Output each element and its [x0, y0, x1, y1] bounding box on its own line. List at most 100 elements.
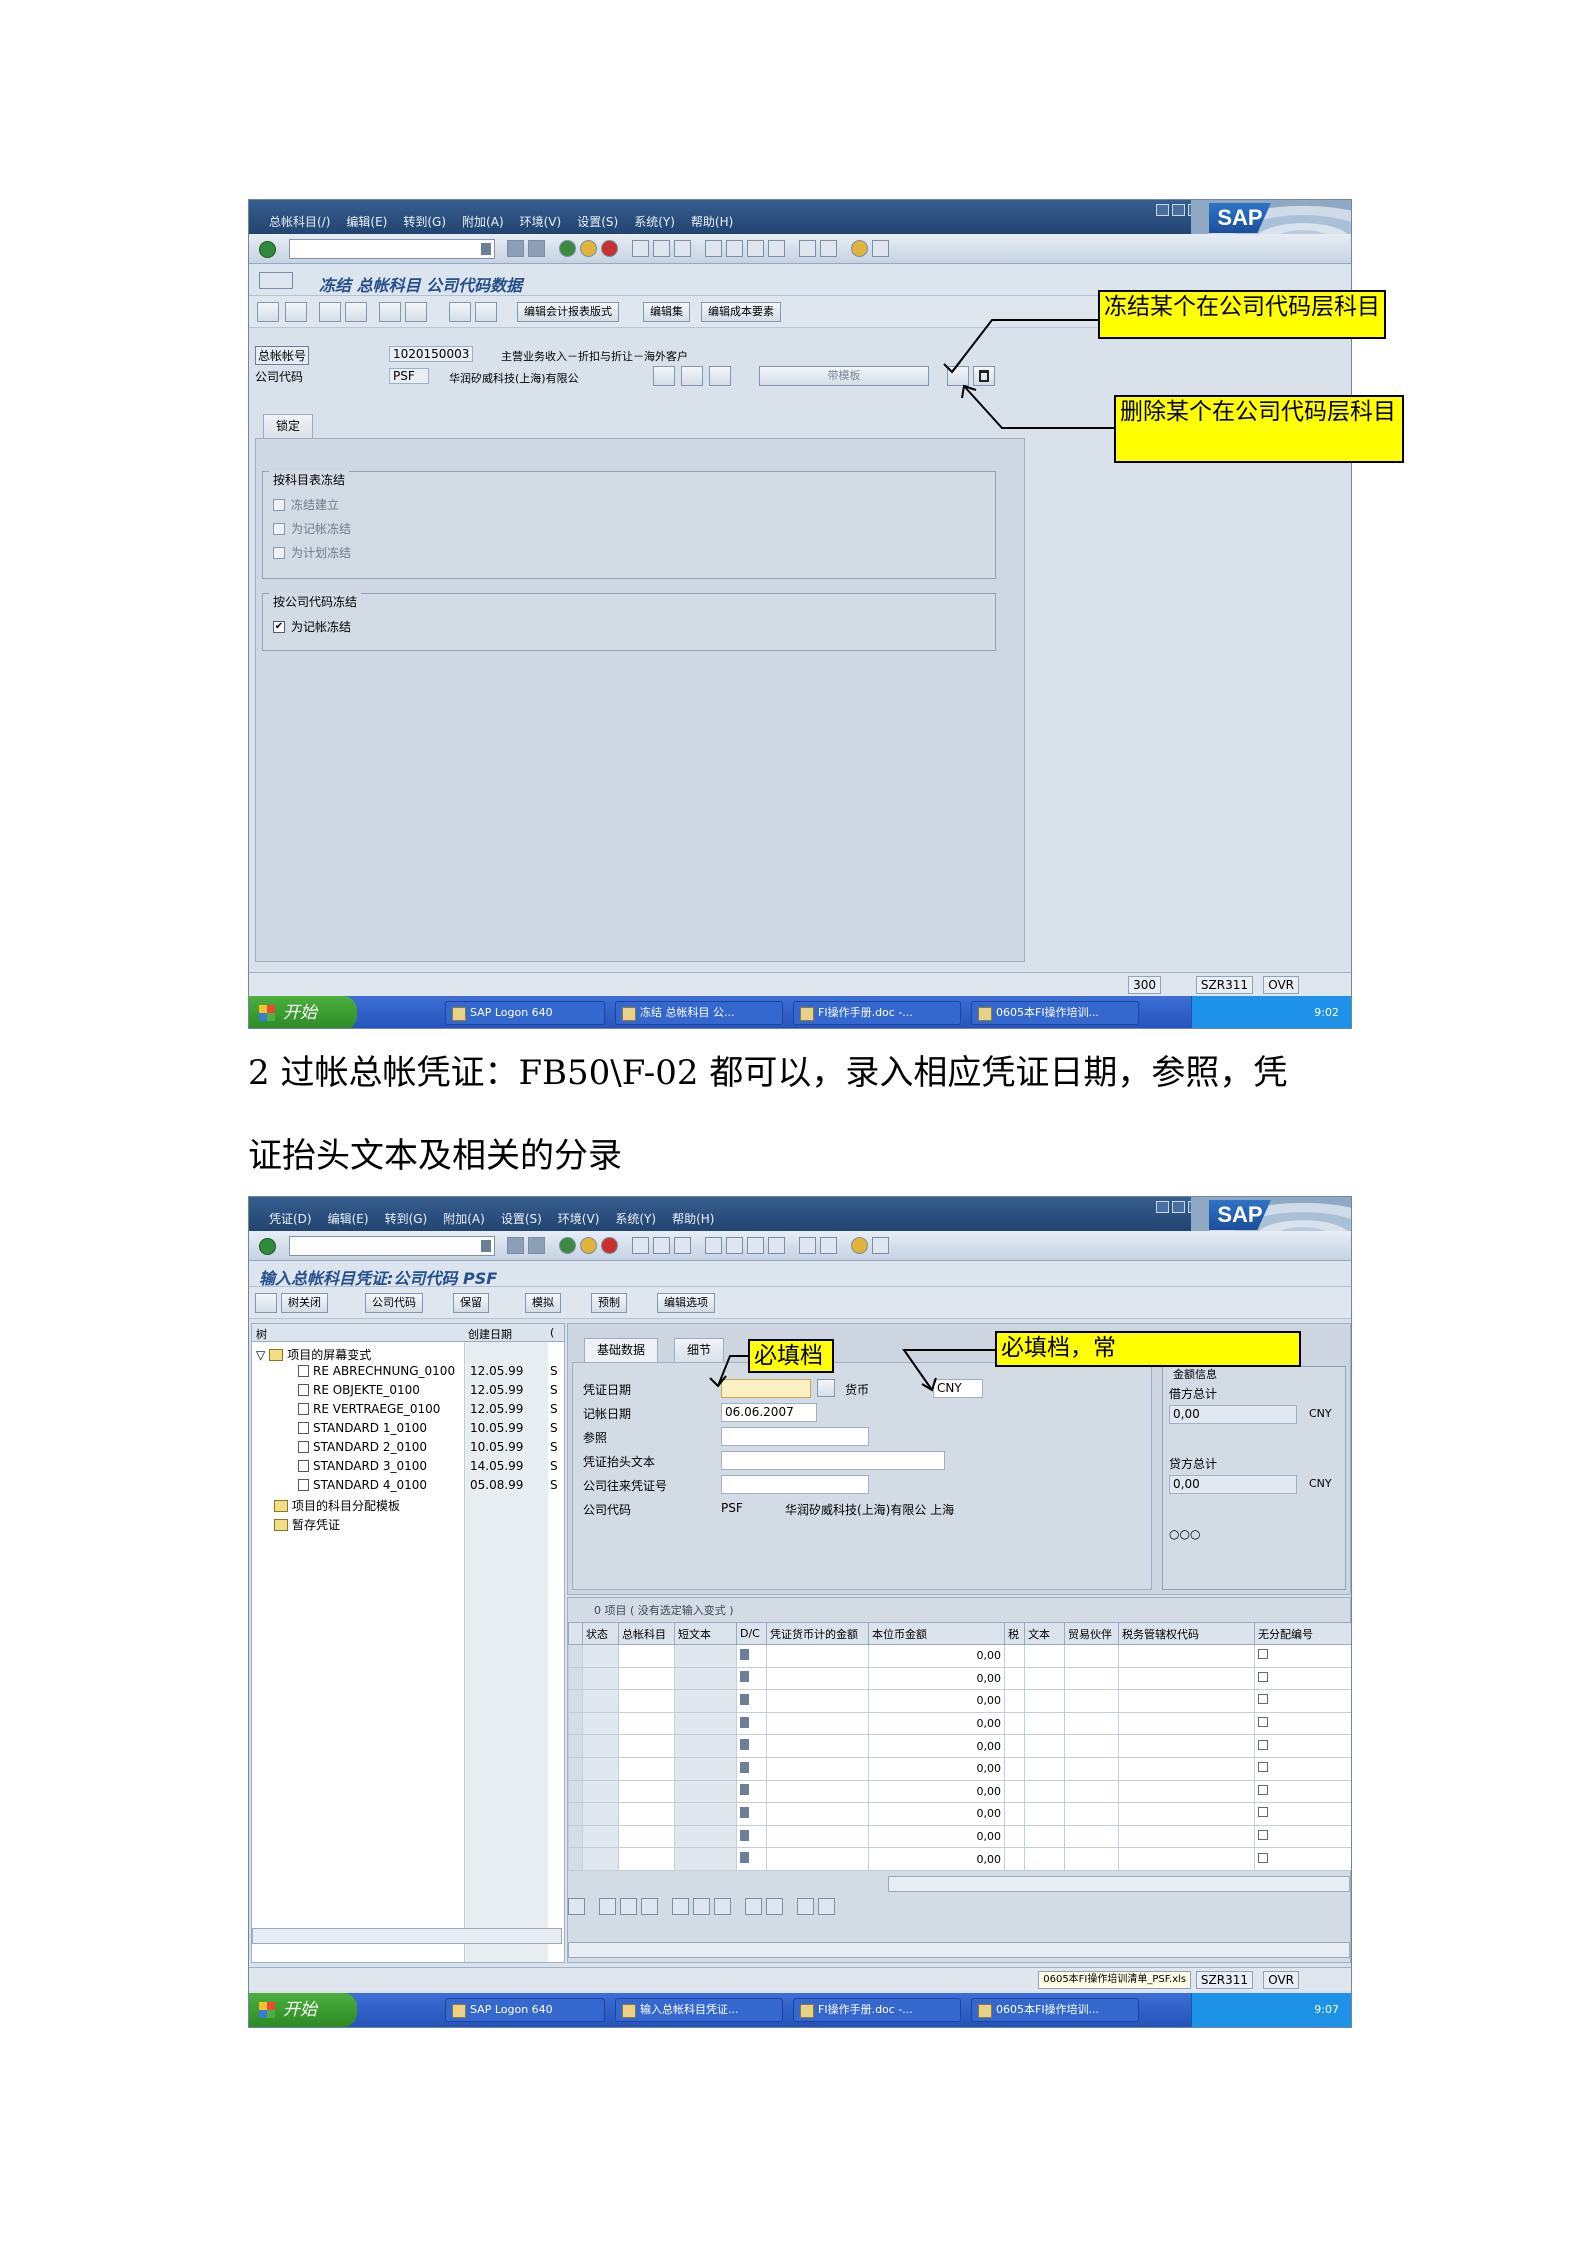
editing-options-button[interactable]: 编辑选项 — [657, 1293, 715, 1313]
posting-date-input[interactable]: 06.06.2007 — [721, 1403, 817, 1422]
row-add-icon[interactable] — [672, 1898, 689, 1915]
last-page-icon[interactable] — [768, 1237, 785, 1254]
enter-check-icon[interactable] — [259, 1238, 276, 1255]
menu-item[interactable]: 附加(A) — [462, 213, 504, 230]
dropdown-icon[interactable] — [740, 1716, 749, 1728]
col-select[interactable] — [568, 1622, 583, 1645]
filter-icon[interactable] — [818, 1898, 835, 1915]
zoom-icon[interactable] — [568, 1898, 585, 1915]
checkbox[interactable] — [1258, 1717, 1268, 1728]
start-button[interactable]: 开始 — [249, 996, 357, 1028]
info-button[interactable] — [449, 302, 471, 322]
taskbar-app-sap-logon[interactable]: SAP Logon 640 — [445, 1998, 605, 2022]
back-icon[interactable] — [559, 1237, 576, 1254]
next-page-icon[interactable] — [747, 240, 764, 257]
menu-item[interactable]: 附加(A) — [443, 1210, 485, 1227]
menu-item[interactable]: 环境(V) — [558, 1210, 600, 1227]
row-insert-icon[interactable] — [599, 1898, 616, 1915]
edit-set-button[interactable]: 编辑集 — [643, 302, 690, 322]
command-field[interactable] — [289, 239, 495, 259]
menu-item[interactable]: 环境(V) — [520, 213, 562, 230]
tree-item[interactable]: RE VERTRAEGE_0100 — [298, 1402, 440, 1416]
header-text-input[interactable] — [721, 1451, 945, 1470]
tree-off-button[interactable]: 树关闭 — [281, 1293, 328, 1313]
first-page-icon[interactable] — [705, 1237, 722, 1254]
dropdown-icon[interactable] — [481, 1240, 491, 1252]
save-icon[interactable] — [528, 1237, 545, 1254]
new-session-icon[interactable] — [799, 1237, 816, 1254]
panel-horizontal-scrollbar[interactable] — [568, 1942, 1350, 1958]
minimize-icon[interactable] — [1156, 204, 1169, 216]
park-button[interactable]: 预制 — [591, 1293, 627, 1313]
help-icon[interactable] — [851, 240, 868, 257]
exit-icon[interactable] — [580, 240, 597, 257]
menu-item[interactable]: 系统(Y) — [615, 1210, 656, 1227]
find-icon[interactable] — [653, 240, 670, 257]
menu-item[interactable]: 帮助(H) — [691, 213, 733, 230]
menu-item[interactable]: 凭证(D) — [269, 1210, 312, 1227]
edit-fs-version-button[interactable]: 编辑会计报表版式 — [517, 302, 619, 322]
row-add-more-icon[interactable] — [693, 1898, 710, 1915]
menu-item[interactable]: 设置(S) — [501, 1210, 542, 1227]
row-copy-icon[interactable] — [620, 1898, 637, 1915]
start-button[interactable]: 开始 — [249, 1993, 357, 2027]
company-code-button[interactable]: 公司代码 — [365, 1293, 423, 1313]
menu-item[interactable]: 帮助(H) — [672, 1210, 714, 1227]
menu-item[interactable]: 总帐科目(/) — [269, 213, 330, 230]
tree-item[interactable]: STANDARD 2_0100 — [298, 1440, 427, 1454]
dropdown-icon[interactable] — [740, 1829, 749, 1841]
shortcut-icon[interactable] — [820, 240, 837, 257]
save-icon[interactable] — [528, 240, 545, 257]
checkbox-freeze-planning[interactable]: 为计划冻结 — [273, 544, 351, 561]
menu-item[interactable]: 系统(Y) — [634, 213, 675, 230]
hold-button[interactable]: 保留 — [453, 1293, 489, 1313]
command-field[interactable] — [289, 1236, 495, 1256]
maximize-icon[interactable] — [1172, 1201, 1185, 1213]
tree-item[interactable]: STANDARD 3_0100 — [298, 1459, 427, 1473]
layout-icon[interactable] — [872, 240, 889, 257]
checkbox[interactable] — [1258, 1649, 1268, 1660]
dropdown-icon[interactable] — [740, 1739, 749, 1751]
cancel-icon[interactable] — [601, 1237, 618, 1254]
reference-input[interactable] — [721, 1427, 869, 1446]
tree-item[interactable]: RE OBJEKTE_0100 — [298, 1383, 420, 1397]
simulate-button[interactable]: 模拟 — [525, 1293, 561, 1313]
checkbox-freeze-posting[interactable]: 为记帐冻结 — [273, 520, 351, 537]
last-page-icon[interactable] — [768, 240, 785, 257]
tree-root-screen-variants[interactable]: ▽ 项目的屏幕变式 — [256, 1346, 371, 1363]
dropdown-icon[interactable] — [740, 1648, 749, 1660]
tree-folder-account-templates[interactable]: 项目的科目分配模板 — [274, 1497, 400, 1514]
taskbar-app-fi-manual[interactable]: FI操作手册.doc -... — [793, 1998, 961, 2022]
tree-item[interactable]: RE ABRECHNUNG_0100 — [298, 1364, 455, 1378]
document-button[interactable] — [475, 302, 497, 322]
dropdown-icon[interactable] — [740, 1693, 749, 1705]
checkbox[interactable] — [1258, 1830, 1268, 1841]
next-page-icon[interactable] — [747, 1237, 764, 1254]
create-button[interactable] — [709, 366, 731, 386]
taskbar-app-training-list[interactable]: 0605本FI操作培训... — [971, 1998, 1139, 2022]
menu-item[interactable]: 设置(S) — [577, 213, 618, 230]
checkbox-freeze-creation[interactable]: 冻结建立 — [273, 496, 339, 513]
taskbar-app-training-list[interactable]: 0605本FI操作培训... — [971, 1001, 1139, 1025]
first-page-icon[interactable] — [705, 240, 722, 257]
checkbox[interactable] — [1258, 1694, 1268, 1705]
menu-item[interactable]: 编辑(E) — [328, 1210, 369, 1227]
menu-item[interactable]: 转到(G) — [385, 1210, 428, 1227]
back-arrow-icon[interactable] — [507, 240, 524, 257]
glasses-display-button[interactable] — [653, 366, 675, 386]
paste-icon[interactable] — [766, 1898, 783, 1915]
prev-record-button[interactable] — [345, 302, 367, 322]
tree-folder-held-documents[interactable]: 暂存凭证 — [274, 1516, 340, 1533]
checkbox[interactable] — [1258, 1762, 1268, 1773]
intercompany-input[interactable] — [721, 1475, 869, 1494]
checkbox-company-freeze-posting[interactable]: 为记帐冻结 — [273, 618, 351, 635]
menu-item[interactable]: 转到(G) — [403, 213, 446, 230]
dropdown-icon[interactable] — [740, 1761, 749, 1773]
prev-page-icon[interactable] — [726, 240, 743, 257]
prev-page-icon[interactable] — [726, 1237, 743, 1254]
layout-icon[interactable] — [872, 1237, 889, 1254]
print-icon[interactable] — [632, 1237, 649, 1254]
tab-lock[interactable]: 锁定 — [263, 414, 314, 438]
first-record-button[interactable] — [319, 302, 341, 322]
minimize-icon[interactable] — [1156, 1201, 1169, 1213]
